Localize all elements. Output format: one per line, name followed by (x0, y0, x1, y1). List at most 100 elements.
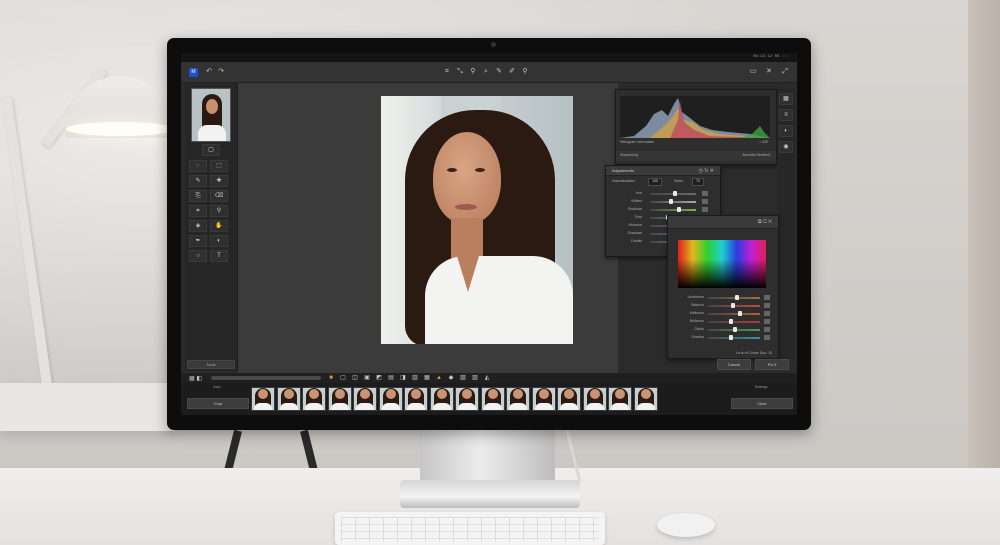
color-slider-thumb[interactable] (734, 295, 739, 300)
color-slider-value-box[interactable] (764, 295, 770, 300)
color-spectrum-picker[interactable] (678, 240, 766, 288)
color-icon[interactable]: ◉ (779, 141, 793, 153)
filmstrip-tool-icon[interactable]: ▤ (387, 374, 395, 382)
transform-icon[interactable]: ⤡ (456, 68, 464, 76)
filmstrip-tool-icon[interactable]: ▣ (363, 374, 371, 382)
adjustment-slider-row[interactable]: Hue (610, 190, 724, 198)
color-slider-thumb[interactable] (728, 335, 733, 340)
color-slider-value-box[interactable] (764, 335, 770, 340)
filmstrip-tool-icon[interactable]: ◫ (351, 374, 359, 382)
color-slider-row[interactable]: Balance (672, 302, 782, 310)
eraser-icon[interactable]: ⌫ (210, 190, 228, 202)
redo-icon[interactable]: ↷ (217, 68, 225, 76)
color-slider-track[interactable] (708, 313, 760, 315)
histogram-toggle-icon[interactable]: ▦ (779, 93, 793, 105)
color-slider-thumb[interactable] (729, 319, 734, 324)
filmstrip-tool-icon[interactable]: ▦ (423, 374, 431, 382)
panel-controls-icon[interactable]: ◷ ↻ ✕ (698, 168, 714, 174)
expand-icon[interactable]: ⤢ (781, 68, 789, 76)
adjustment-slider-value-box[interactable] (702, 191, 708, 196)
color-slider-value-box[interactable] (764, 319, 770, 324)
color-slider-value-box[interactable] (764, 327, 770, 332)
frame-icon[interactable]: ▢ (202, 144, 220, 156)
color-slider-row[interactable]: Clarity (672, 326, 782, 334)
search-icon[interactable]: ⌕ (482, 68, 490, 76)
filmstrip-thumbnail[interactable] (506, 387, 530, 411)
pen-icon[interactable]: ✒ (189, 235, 207, 247)
color-slider-track[interactable] (708, 321, 760, 323)
brush-icon[interactable]: ✎ (495, 68, 503, 76)
color-slider-row[interactable]: Brilliance (672, 318, 782, 326)
filmstrip-thumbnail[interactable] (302, 387, 326, 411)
filmstrip-thumbnail[interactable] (582, 387, 607, 411)
filmstrip-tool-icon[interactable]: ▥ (411, 374, 419, 382)
filmstrip-tool-icon[interactable]: ◩ (375, 374, 383, 382)
paint-icon[interactable]: ◈ (189, 220, 207, 232)
tools-button[interactable]: Tools (187, 360, 235, 369)
filmstrip-thumbnail[interactable] (404, 387, 428, 411)
adjustment-slider-thumb[interactable] (673, 191, 678, 196)
color-slider-thumb[interactable] (730, 303, 735, 308)
adjustment-slider-thumb[interactable] (668, 199, 673, 204)
adjustment-slider-value-box[interactable] (702, 207, 708, 212)
loupe-icon[interactable]: ⚲ (521, 68, 529, 76)
crop-icon[interactable]: ⌗ (189, 205, 207, 217)
filmstrip-tool-icon[interactable]: ◨ (399, 374, 407, 382)
zoom-icon[interactable]: ⚲ (469, 68, 477, 76)
color-slider-row[interactable]: Undertone (672, 294, 782, 302)
filmstrip-thumbnail[interactable] (251, 387, 275, 411)
filmstrip-thumbnail[interactable] (353, 387, 377, 411)
marquee-icon[interactable]: ⬚ (210, 160, 228, 172)
adjustment-slider-row[interactable]: Shadows (610, 206, 724, 214)
filmstrip-thumbnail[interactable] (276, 387, 301, 411)
color-slider-row[interactable]: Midtones (672, 310, 782, 318)
filmstrip-thumbnail[interactable] (378, 387, 403, 411)
color-slider-thumb[interactable] (733, 327, 738, 332)
text-icon[interactable]: T (210, 250, 228, 262)
image-thumbnail[interactable] (191, 88, 231, 142)
adjust-icon[interactable]: ◐ (779, 125, 793, 137)
heal-icon[interactable]: ✚ (210, 175, 228, 187)
filmstrip-thumbnail[interactable] (608, 387, 632, 411)
crop-button[interactable]: Crop (187, 398, 249, 409)
filmstrip-tool-icon[interactable]: ◭ (483, 374, 491, 382)
crop-icon[interactable]: ⌗ (443, 68, 451, 76)
adjustment-slider-track[interactable] (650, 209, 696, 211)
notes-input[interactable]: 70 (692, 178, 704, 186)
color-panel-controls-icon[interactable]: ⧉ ▢ ✕ (758, 219, 772, 225)
histogram-footer-right[interactable]: Brushes Reselect (743, 153, 770, 157)
layers-icon[interactable]: ≡ (779, 109, 793, 121)
undo-icon[interactable]: ↶ (205, 68, 213, 76)
adjustment-slider-value-box[interactable] (702, 199, 708, 204)
lasso-icon[interactable]: ◌ (189, 160, 207, 172)
clear-button[interactable]: Clear (731, 398, 793, 409)
app-logo[interactable]: M (189, 68, 198, 77)
filmstrip-tool-icon[interactable]: ▨ (471, 374, 479, 382)
filmstrip-tool-icon[interactable]: ▧ (459, 374, 467, 382)
eyedropper-icon[interactable]: ✐ (508, 68, 516, 76)
filmstrip-thumbnail[interactable] (531, 387, 556, 411)
color-slider-value-box[interactable] (764, 303, 770, 308)
filmstrip-scrollbar[interactable] (211, 376, 321, 380)
adjustment-slider-track[interactable] (650, 201, 696, 203)
color-slider-value-box[interactable] (764, 311, 770, 316)
filmstrip-thumbnail[interactable] (455, 387, 479, 411)
filmstrip-thumbnail[interactable] (327, 387, 352, 411)
fix-button[interactable]: Fix it (755, 359, 789, 370)
filmstrip-tool-icon[interactable]: ■ (327, 374, 335, 382)
filmstrip-tool-icon[interactable]: ▲ (435, 374, 443, 382)
hue-saturation-input[interactable]: 100 (648, 178, 662, 186)
filmstrip-thumbnail[interactable] (633, 387, 658, 411)
compare-icon[interactable]: ▭ (749, 68, 757, 76)
color-slider-row[interactable]: Shadow (672, 334, 782, 342)
filmstrip-thumbnail[interactable] (429, 387, 454, 411)
grid-view-icon[interactable]: ▦ ◧ (189, 375, 202, 382)
color-slider-thumb[interactable] (738, 311, 743, 316)
dodge-icon[interactable]: ○ (189, 250, 207, 262)
filmstrip-tool-icon[interactable]: ◆ (447, 374, 455, 382)
adjust-icon[interactable]: ◐ (210, 235, 228, 247)
color-slider-track[interactable] (708, 337, 760, 339)
filmstrip-thumbnail[interactable] (480, 387, 505, 411)
clone-icon[interactable]: ⎘ (189, 190, 207, 202)
zoom-icon[interactable]: ⚲ (210, 205, 228, 217)
